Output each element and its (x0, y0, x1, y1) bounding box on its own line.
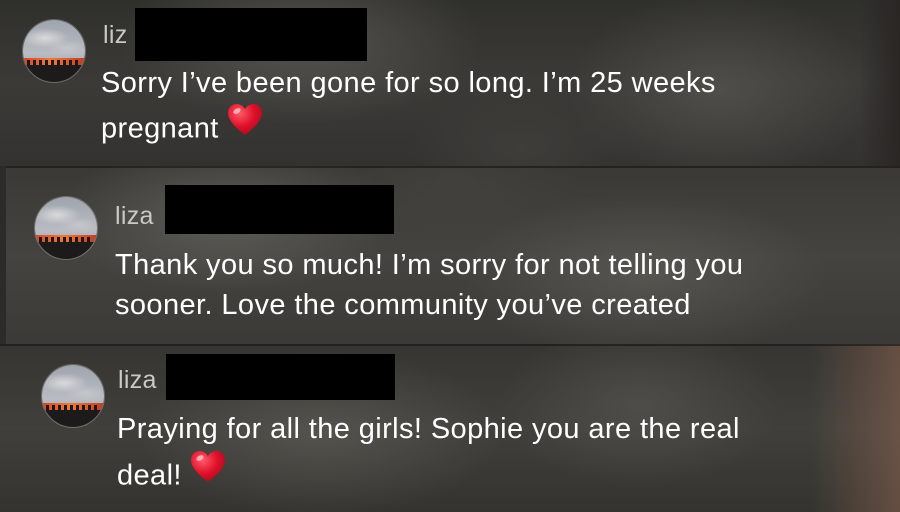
background-edge (860, 0, 900, 166)
username[interactable]: liza (118, 365, 157, 395)
avatar[interactable] (22, 19, 86, 83)
avatar[interactable] (34, 196, 98, 260)
redaction-block (135, 8, 367, 61)
comment-text-segment: pregnant (101, 112, 219, 145)
background-edge (810, 344, 900, 512)
comment-text-line: Sorry I’ve been gone for so long. I’m 25… (101, 67, 716, 99)
comment-text-line: Thank you so much! I’m sorry for not tel… (115, 249, 744, 281)
redaction-block (166, 354, 395, 400)
red-heart-icon (227, 103, 263, 151)
comment-text-line: sooner. Love the community you’ve create… (115, 289, 691, 321)
comment-text-line: pregnant (101, 103, 263, 154)
divider (0, 344, 900, 346)
comment-card: liz Sorry I’ve been gone for so long. I’… (0, 0, 900, 166)
avatar[interactable] (41, 364, 105, 428)
redaction-block (165, 185, 394, 234)
username[interactable]: liz (103, 20, 128, 50)
username[interactable]: liza (115, 201, 154, 231)
comment-text-segment: deal! (117, 459, 182, 492)
divider (6, 166, 900, 168)
comment-text-line: deal! (117, 450, 226, 501)
comment-card: liza Praying for all the girls! Sophie y… (0, 344, 900, 512)
comment-text-line: Praying for all the girls! Sophie you ar… (117, 413, 740, 445)
comment-card: liza Thank you so much! I’m sorry for no… (6, 166, 900, 344)
red-heart-icon (190, 450, 226, 498)
